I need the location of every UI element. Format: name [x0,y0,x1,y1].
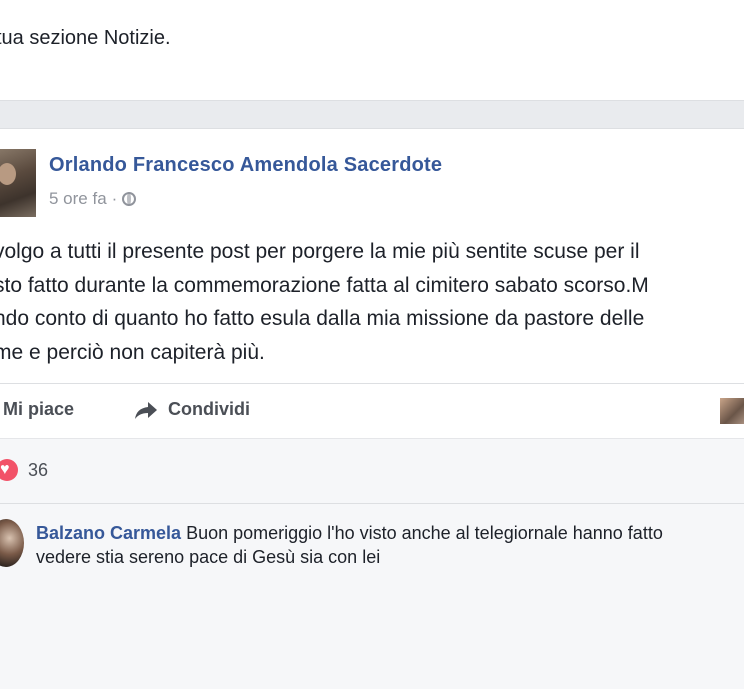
share-arrow-icon [134,400,158,420]
post-author-link[interactable]: Orlando Francesco Amendola Sacerdote [49,154,442,177]
news-feed-notice: tua sezione Notizie. [0,0,744,101]
post-body-line: me e perciò non capiterà più. [0,340,265,364]
feed-post: Orlando Francesco Amendola Sacerdote 5 o… [0,128,744,689]
share-label: Condividi [168,399,250,419]
like-button[interactable]: Mi piace [3,399,74,420]
post-body-line: ndo conto di quanto ho fatto esula dalla… [0,307,645,330]
notice-text: tua sezione Notizie. [0,27,171,49]
author-avatar[interactable] [0,149,36,217]
commenter-avatar[interactable] [0,519,24,567]
meta-separator: · [111,189,118,208]
post-body-line: volgo a tutti il presente post per porge… [0,240,640,263]
reactions-summary[interactable]: 36 [0,459,48,481]
post-actions: Mi piace Condividi [0,384,744,438]
heart-icon [0,459,18,481]
divider [0,503,744,504]
avatar-face [0,163,16,185]
commenter-name-link[interactable]: Balzano Carmela [36,523,181,543]
post-meta: 5 ore fa · [49,189,137,209]
reaction-count: 36 [28,459,49,480]
comment-text: Buon pomeriggio l'ho visto anche al tele… [181,523,663,543]
post-body: volgo a tutti il presente post per porge… [0,235,744,369]
comment-text-line2: vedere stia sereno pace di Gesù sia con … [36,547,381,567]
share-button[interactable]: Condividi [134,399,250,420]
viewer-avatar[interactable] [720,398,744,424]
comment: Balzano Carmela Buon pomeriggio l'ho vis… [36,521,663,569]
reactions-section: 36 Balzano Carmela Buon pomeriggio l'ho … [0,438,744,689]
post-body-line: sto fatto durante la commemorazione fatt… [0,273,649,297]
post-timestamp[interactable]: 5 ore fa [49,189,107,209]
globe-icon[interactable] [122,192,137,206]
